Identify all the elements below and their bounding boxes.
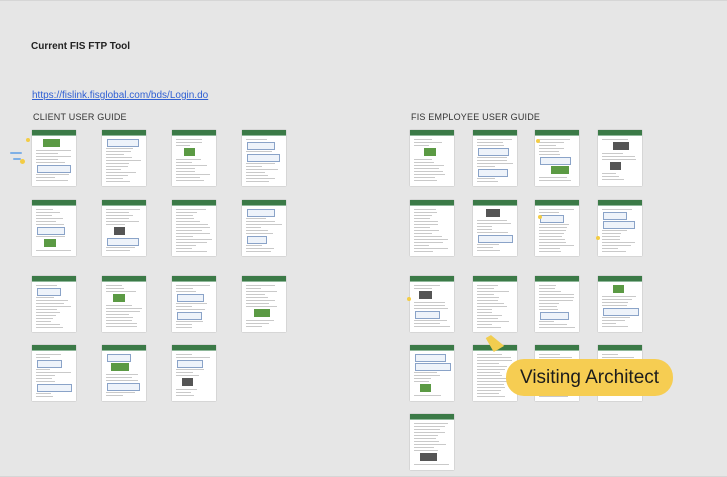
employee-guide-heading: FIS EMPLOYEE USER GUIDE: [411, 112, 541, 122]
guide-page-thumbnail[interactable]: [473, 200, 517, 256]
guide-page-thumbnail[interactable]: [242, 200, 286, 256]
login-link[interactable]: https://fislink.fisglobal.com/bds/Login.…: [32, 90, 208, 101]
collaborator-name-tag: Visiting Architect: [506, 359, 674, 396]
guide-page-thumbnail[interactable]: [102, 345, 146, 401]
cursor-dot-icon: [407, 297, 411, 301]
guide-page-thumbnail[interactable]: [410, 130, 454, 186]
guide-page-thumbnail[interactable]: [535, 200, 579, 256]
guide-page-thumbnail[interactable]: [32, 200, 76, 256]
guide-page-thumbnail[interactable]: [598, 130, 642, 186]
guide-page-thumbnail[interactable]: [32, 130, 76, 186]
guide-page-thumbnail[interactable]: [535, 130, 579, 186]
guide-page-thumbnail[interactable]: [172, 130, 216, 186]
top-divider: [0, 0, 727, 1]
guide-page-thumbnail[interactable]: [242, 130, 286, 186]
board-title: Current FIS FTP Tool: [31, 41, 131, 52]
guide-page-thumbnail[interactable]: [102, 200, 146, 256]
cursor-dot-icon: [20, 159, 25, 164]
guide-page-thumbnail[interactable]: [410, 414, 454, 470]
cursor-dot-icon: [536, 139, 540, 143]
guide-page-thumbnail[interactable]: [102, 130, 146, 186]
cursor-trail-icon: [10, 152, 22, 154]
cursor-dot-icon: [26, 138, 30, 142]
guide-page-thumbnail[interactable]: [535, 276, 579, 332]
whiteboard-canvas[interactable]: Current FIS FTP Tool https://fislink.fis…: [0, 0, 727, 477]
guide-page-thumbnail[interactable]: [32, 345, 76, 401]
guide-page-thumbnail[interactable]: [598, 200, 642, 256]
cursor-dot-icon: [596, 236, 600, 240]
guide-page-thumbnail[interactable]: [172, 276, 216, 332]
guide-page-thumbnail[interactable]: [410, 276, 454, 332]
guide-page-thumbnail[interactable]: [598, 276, 642, 332]
guide-page-thumbnail[interactable]: [172, 200, 216, 256]
guide-page-thumbnail[interactable]: [242, 276, 286, 332]
cursor-dot-icon: [538, 215, 542, 219]
guide-page-thumbnail[interactable]: [172, 345, 216, 401]
guide-page-thumbnail[interactable]: [473, 130, 517, 186]
guide-page-thumbnail[interactable]: [410, 200, 454, 256]
guide-page-thumbnail[interactable]: [32, 276, 76, 332]
client-guide-heading: CLIENT USER GUIDE: [33, 112, 127, 122]
guide-page-thumbnail[interactable]: [410, 345, 454, 401]
guide-page-thumbnail[interactable]: [102, 276, 146, 332]
guide-page-thumbnail[interactable]: [473, 276, 517, 332]
